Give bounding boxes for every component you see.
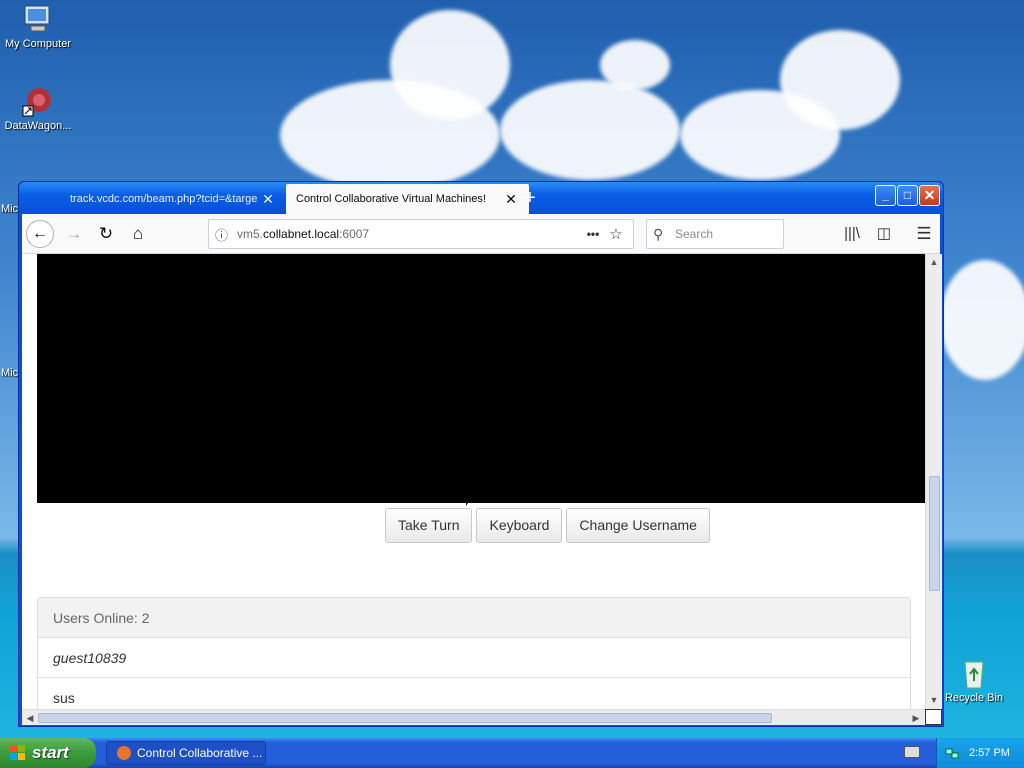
home-icon[interactable]: ⌂ xyxy=(124,220,152,248)
users-online-heading: Users Online: 2 xyxy=(38,598,910,638)
scrollbar-corner xyxy=(925,709,942,725)
title-bar: track.vcdc.com/beam.php?tcid=&targe ✕ Co… xyxy=(19,182,943,214)
vertical-scrollbar[interactable]: ▲ ▼ xyxy=(925,254,942,709)
tab-label: Control Collaborative Virtual Machines! xyxy=(296,193,486,205)
scroll-up-icon[interactable]: ▲ xyxy=(926,254,942,270)
desktop-icon-label: My Computer xyxy=(4,38,72,50)
hamburger-menu-icon[interactable]: ☰ xyxy=(910,220,938,248)
back-arrow-icon[interactable]: ← xyxy=(26,220,54,248)
taskbar: start Control Collaborative ... 2:57 PM xyxy=(0,738,1024,768)
minimize-button[interactable]: _ xyxy=(875,185,896,206)
search-placeholder: Search xyxy=(675,227,714,241)
user-list-item: guest10839 xyxy=(38,638,910,678)
taskbar-item-browser[interactable]: Control Collaborative ... xyxy=(106,741,266,765)
maximize-button[interactable]: □ xyxy=(897,185,918,206)
network-icon[interactable] xyxy=(945,746,959,760)
mouse-cursor-icon xyxy=(466,496,478,506)
desktop-icon-recycle-bin[interactable]: Recycle Bin xyxy=(934,656,1014,704)
vm-controls: Take Turn Keyboard Change Username xyxy=(385,508,710,543)
system-tray: 2:57 PM xyxy=(936,738,1024,768)
bookmark-star-icon[interactable]: ☆ xyxy=(605,225,627,243)
url-bar[interactable]: ⓘ vm5.collabnet.local:6007 ••• ☆ xyxy=(208,219,634,249)
firefox-icon xyxy=(117,746,131,760)
sidebar-icon[interactable]: ◫ xyxy=(870,220,898,248)
search-input[interactable]: ⚲ Search xyxy=(646,219,784,249)
page-actions-icon[interactable]: ••• xyxy=(581,227,605,241)
reload-icon[interactable]: ↻ xyxy=(92,220,120,248)
keyboard-button[interactable]: Keyboard xyxy=(476,508,563,543)
user-list-item: sus xyxy=(38,678,910,709)
horizontal-scrollbar[interactable]: ◀ ▶ xyxy=(22,709,925,725)
search-icon: ⚲ xyxy=(653,225,664,242)
recycle-bin-icon xyxy=(957,656,991,690)
horizontal-scroll-thumb[interactable] xyxy=(38,713,772,723)
computer-icon xyxy=(21,2,55,36)
scroll-down-icon[interactable]: ▼ xyxy=(926,692,942,708)
desktop-icon-label: Recycle Bin xyxy=(944,692,1004,704)
tab-label: track.vcdc.com/beam.php?tcid=&targe xyxy=(70,193,258,205)
clock: 2:57 PM xyxy=(969,747,1010,759)
desktop-icon-label-clipped: Mic xyxy=(1,203,19,215)
tab-control-collaborative[interactable]: Control Collaborative Virtual Machines! … xyxy=(286,184,529,214)
forward-arrow-icon[interactable]: → xyxy=(60,220,88,248)
browser-window: track.vcdc.com/beam.php?tcid=&targe ✕ Co… xyxy=(18,181,944,727)
windows-flag-icon xyxy=(10,745,25,760)
tab-tracking[interactable]: track.vcdc.com/beam.php?tcid=&targe ✕ xyxy=(60,184,286,214)
new-tab-icon[interactable]: + xyxy=(517,186,543,212)
library-icon[interactable]: |||\ xyxy=(838,220,866,248)
vertical-scroll-thumb[interactable] xyxy=(929,476,940,591)
navigation-toolbar: ← → ↻ ⌂ ⓘ vm5.collabnet.local:6007 ••• ☆… xyxy=(22,214,940,254)
start-button[interactable]: start xyxy=(0,738,96,768)
keyboard-layout-icon[interactable] xyxy=(904,746,920,758)
users-online-panel: Users Online: 2 guest10839 sus xyxy=(37,597,911,709)
desktop-icon-datawagon[interactable]: DataWagon... xyxy=(0,84,78,132)
start-label: start xyxy=(32,743,69,762)
desktop-icon-my-computer[interactable]: My Computer xyxy=(0,2,78,50)
change-username-button[interactable]: Change Username xyxy=(566,508,710,543)
take-turn-button[interactable]: Take Turn xyxy=(385,508,473,543)
desktop-icon-label-clipped: Mic xyxy=(1,367,19,379)
datawagon-icon xyxy=(21,84,55,118)
desktop-icon-label: DataWagon... xyxy=(4,120,72,132)
vm-screen[interactable] xyxy=(37,254,925,503)
close-window-button[interactable]: ✕ xyxy=(919,185,940,206)
taskbar-item-label: Control Collaborative ... xyxy=(137,746,263,760)
scroll-left-icon[interactable]: ◀ xyxy=(22,710,38,726)
page-content: Take Turn Keyboard Change Username Users… xyxy=(22,254,925,709)
scroll-right-icon[interactable]: ▶ xyxy=(908,710,924,726)
info-icon[interactable]: ⓘ xyxy=(215,225,237,244)
close-tab-icon[interactable]: ✕ xyxy=(260,191,276,208)
url-text: vm5.collabnet.local:6007 xyxy=(237,227,370,241)
